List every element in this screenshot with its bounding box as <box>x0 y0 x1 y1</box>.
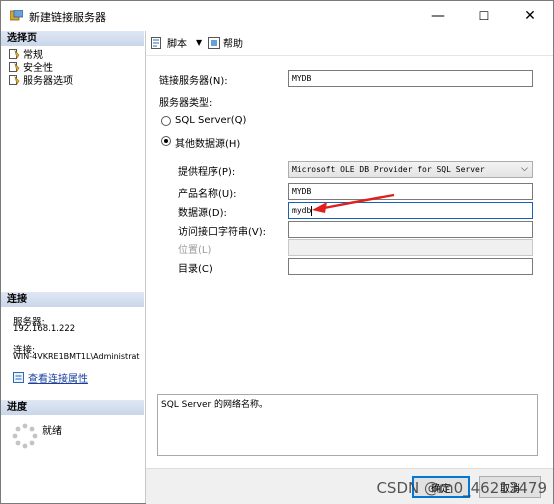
database-server-icon <box>10 10 23 21</box>
connection-value: WIN-4VKRE1BMT1L\Administrat <box>13 352 140 361</box>
help-icon <box>208 36 220 49</box>
help-label: 帮助 <box>223 39 243 50</box>
chevron-down-icon[interactable]: ▼ <box>196 38 202 47</box>
provider-select[interactable]: Microsoft OLE DB Provider for SQL Server… <box>288 161 533 178</box>
progress-status: 就绪 <box>42 426 62 437</box>
catalog-input[interactable] <box>288 258 533 275</box>
provider-label: 提供程序(P): <box>178 167 236 178</box>
linked-server-label: 链接服务器(N): <box>159 76 228 87</box>
page-icon <box>9 74 20 85</box>
progress-spinner-icon <box>12 423 38 449</box>
script-label: 脚本 <box>167 39 187 50</box>
server-value: 192.168.1.222 <box>13 324 76 334</box>
description-text: SQL Server 的网络名称。 <box>161 400 269 410</box>
script-icon <box>151 36 161 49</box>
page-item-server-options[interactable]: 服务器选项 <box>9 73 73 87</box>
location-label: 位置(L) <box>178 245 212 256</box>
view-connection-properties-label: 查看连接属性 <box>28 374 88 385</box>
left-pane: 选择页 常规 安全性 服务器选项 连接 服务器: 192.168.1.222 连… <box>1 31 146 503</box>
close-button[interactable]: ✕ <box>507 1 553 31</box>
linked-server-input[interactable]: MYDB <box>288 70 533 87</box>
view-connection-properties-link[interactable]: 查看连接属性 <box>13 370 88 385</box>
product-name-label: 产品名称(U): <box>178 189 237 200</box>
data-source-label: 数据源(D): <box>178 208 227 219</box>
minimize-button[interactable]: — <box>415 1 461 31</box>
connection-header: 连接 <box>1 292 144 307</box>
server-type-label: 服务器类型: <box>159 98 213 109</box>
sql-server-radio[interactable] <box>161 116 171 126</box>
toolbar: 脚本 ▼ 帮助 <box>146 31 553 56</box>
page-icon <box>9 48 20 59</box>
other-datasource-radio[interactable] <box>161 136 171 146</box>
help-button[interactable]: 帮助 <box>208 35 243 50</box>
select-page-header: 选择页 <box>1 31 144 46</box>
title-bar[interactable]: 新建链接服务器 — ☐ ✕ <box>1 1 553 31</box>
catalog-label: 目录(C) <box>178 264 213 275</box>
window-title: 新建链接服务器 <box>29 11 106 24</box>
progress-header: 进度 <box>1 400 144 415</box>
maximize-button[interactable]: ☐ <box>461 1 507 31</box>
script-button[interactable]: 脚本 ▼ <box>151 35 202 50</box>
page-icon <box>9 61 20 72</box>
data-source-value: mydb <box>292 206 312 215</box>
annotation-arrow-icon <box>312 193 395 213</box>
provider-value: Microsoft OLE DB Provider for SQL Server <box>292 165 485 174</box>
provider-string-input[interactable] <box>288 221 533 238</box>
properties-icon <box>13 372 24 383</box>
sql-server-radio-label: SQL Server(Q) <box>175 115 247 126</box>
other-datasource-radio-label: 其他数据源(H) <box>175 139 241 150</box>
watermark: CSDN @m0_46213479 <box>376 479 547 497</box>
chevron-down-icon: ⌵ <box>521 164 528 174</box>
description-box: SQL Server 的网络名称。 <box>157 394 538 456</box>
location-input <box>288 239 533 256</box>
page-item-label: 服务器选项 <box>23 76 73 87</box>
dialog-window: 新建链接服务器 — ☐ ✕ 选择页 常规 安全性 服务器选项 连接 服务器: 1… <box>0 0 554 504</box>
provider-string-label: 访问接口字符串(V): <box>178 227 267 238</box>
